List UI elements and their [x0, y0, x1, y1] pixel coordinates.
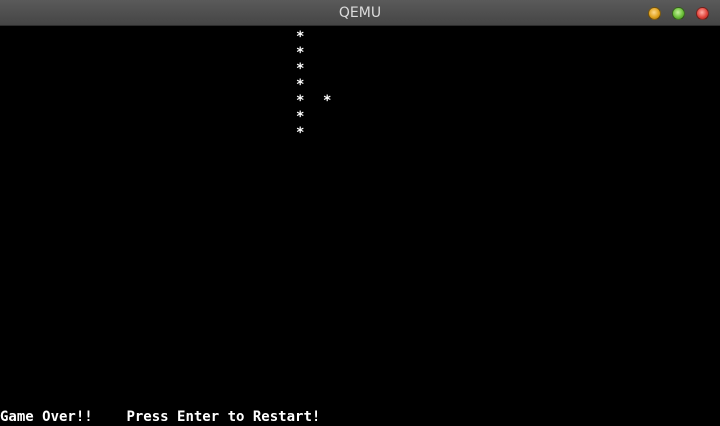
game-over-text: Game Over!! — [0, 409, 93, 425]
food-item: * — [323, 93, 332, 109]
status-line: Game Over!! Press Enter to Restart! — [0, 408, 320, 426]
emulator-screen[interactable]: * * * * * * * * Game Over!! Press Enter … — [0, 26, 720, 426]
window-title: QEMU — [338, 5, 382, 21]
maximize-button[interactable] — [672, 7, 685, 20]
snake-segment: * — [296, 93, 305, 109]
snake-segment: * — [296, 29, 305, 45]
snake-segment: * — [296, 125, 305, 141]
restart-prompt: Press Enter to Restart! — [126, 409, 321, 425]
minimize-button[interactable] — [648, 7, 661, 20]
titlebar[interactable]: QEMU — [0, 0, 720, 26]
snake-segment: * — [296, 61, 305, 77]
snake-segment: * — [296, 45, 305, 61]
qemu-window: QEMU * * * * * * * * Game Over!! Press E… — [0, 0, 720, 426]
snake-segment: * — [296, 109, 305, 125]
close-button[interactable] — [696, 7, 709, 20]
snake-segment: * — [296, 77, 305, 93]
